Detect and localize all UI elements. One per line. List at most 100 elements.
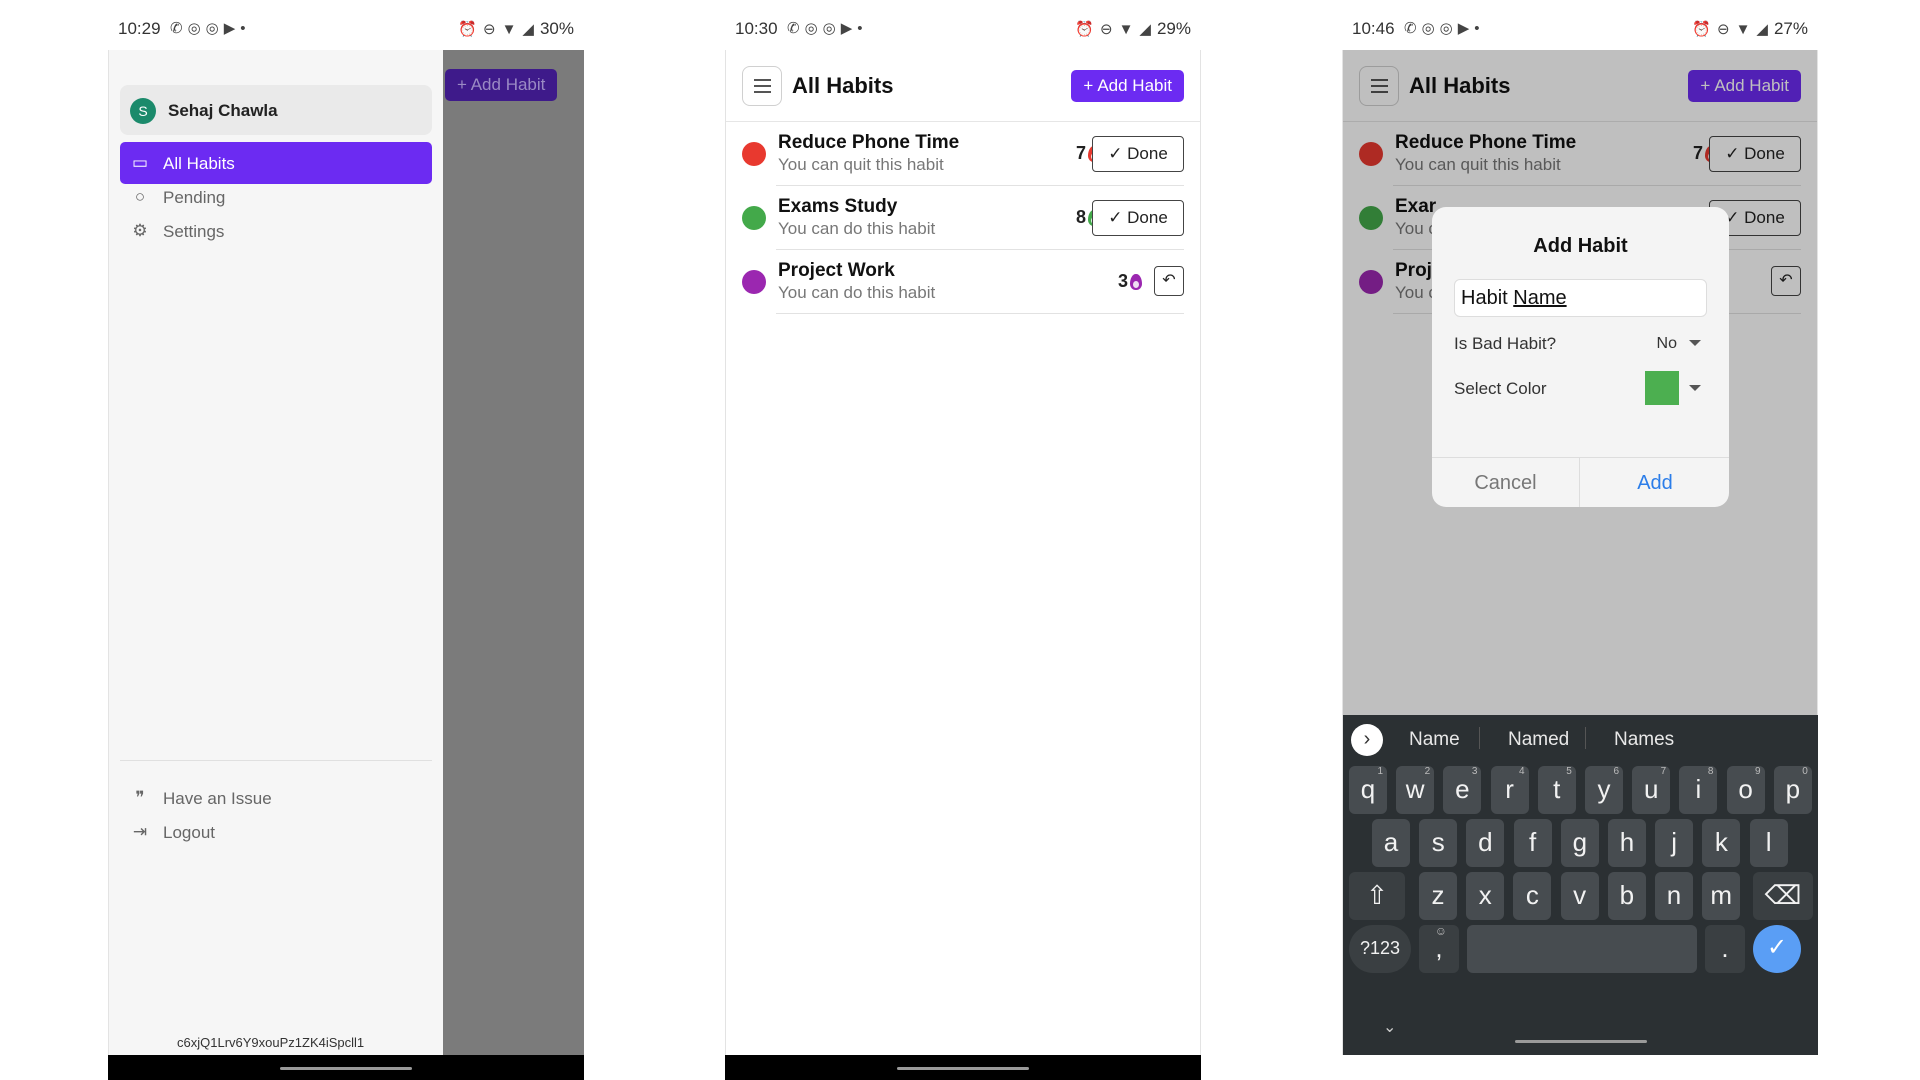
cancel-button[interactable]: Cancel [1432,458,1580,507]
add-button[interactable]: Add [1581,458,1729,507]
undo-button[interactable]: ↶ [1154,266,1184,296]
key-z[interactable]: z [1419,872,1457,920]
status-bar: 10:46 ✆◎◎▶• ⏰ ⊖ ▼ ◢ 27% [1342,0,1818,50]
enter-key[interactable]: ✓ [1753,925,1801,973]
wifi-icon: ▼ [1118,20,1134,38]
input-composing-text: Name [1513,287,1567,309]
menu-button[interactable] [742,66,782,106]
done-label: Done [1127,208,1168,227]
check-icon: ✓ [1108,144,1128,163]
gesture-bar [725,1055,1201,1080]
shift-key[interactable]: ⇧ [1349,872,1405,920]
key-hint: 1 [1377,766,1383,777]
drawer-item-logout[interactable]: ⇥ Logout [120,811,432,853]
key-hint: 0 [1802,766,1808,777]
done-button[interactable]: ✓ Done [1092,200,1184,236]
key-x[interactable]: x [1466,872,1505,920]
key-p[interactable]: p0 [1773,766,1812,814]
key-i[interactable]: i8 [1679,766,1718,814]
habit-row[interactable]: Exams Study You can do this habit 8 ✓ Done [726,186,1200,250]
dnd-icon: ⊖ [482,21,496,38]
space-key[interactable] [1467,925,1697,973]
key-e[interactable]: e3 [1443,766,1482,814]
key-b[interactable]: b [1607,872,1646,920]
chevron-right-icon[interactable]: › [1351,724,1383,756]
status-time: 10:29 [118,19,161,38]
color-select[interactable]: Select Color [1454,371,1707,405]
done-button[interactable]: ✓ Done [1092,136,1184,172]
habit-name-input[interactable]: Habit Name [1454,279,1707,317]
key-g[interactable]: g [1560,819,1599,867]
habit-row[interactable]: Project Work You can do this habit 3 ↶ [726,250,1200,314]
period-key[interactable]: . [1705,925,1745,973]
habit-subtitle: You can do this habit [778,219,936,238]
habit-color-dot [742,206,766,230]
input-text: Habit [1461,287,1514,309]
suggestion[interactable]: Name [1409,729,1460,751]
key-o[interactable]: o9 [1726,766,1765,814]
suggestion-divider [1585,727,1586,749]
key-m[interactable]: m [1702,872,1741,920]
symbols-key[interactable]: ?123 [1349,925,1411,973]
home-handle[interactable] [897,1067,1029,1070]
button-label: Add Habit [470,75,546,94]
app-screen: All Habits + Add Habit Reduce Phone Time Y… [725,50,1201,1055]
app-screen: All Habits + Add Habit Reduce Phone Time Y… [1342,50,1818,1055]
user-name: Sehaj Chawla [168,101,278,120]
suggestion[interactable]: Names [1614,729,1674,751]
user-card[interactable]: S Sehaj Chawla [120,85,432,135]
key-hint: 4 [1519,766,1525,777]
key-n[interactable]: n [1655,872,1693,920]
key-v[interactable]: v [1560,872,1599,920]
key-y[interactable]: y6 [1585,766,1623,814]
key-label: p [1785,774,1801,804]
logout-icon: ⇥ [132,822,148,841]
drawer-scrim[interactable]: + Add Habit [443,50,584,1055]
key-j[interactable]: j [1655,819,1694,867]
key-l[interactable]: l [1749,819,1788,867]
add-habit-button-dimmed: + Add Habit [445,69,558,101]
battery-level: 29% [1156,19,1191,38]
undo-icon: ↶ [1162,272,1176,289]
key-w[interactable]: w2 [1396,766,1435,814]
signal-icon: ◢ [522,21,534,38]
home-handle[interactable] [280,1067,412,1070]
drawer-divider [120,760,432,761]
habit-row[interactable]: Reduce Phone Time You can quit this habit… [726,122,1200,186]
circle-icon: ○ [134,187,146,206]
suggestion-divider [1479,727,1480,749]
backspace-key[interactable]: ⌫ [1753,872,1813,920]
key-u[interactable]: u7 [1632,766,1671,814]
shift-icon: ⇧ [1366,880,1388,910]
key-k[interactable]: k [1702,819,1741,867]
key-c[interactable]: c [1513,872,1552,920]
key-h[interactable]: h [1608,819,1646,867]
hide-keyboard-icon[interactable]: ⌄ [1383,1017,1396,1037]
key-s[interactable]: s [1419,819,1458,867]
notification-icons: ✆◎◎▶• [787,20,868,37]
status-right: ⏰ ⊖ ▼ ◢ 30% [458,19,574,39]
key-hint: 2 [1424,766,1431,777]
habit-name: Exams Study [778,196,898,217]
side-drawer: S Sehaj Chawla ▭ All Habits ○ Pending ⚙ … [109,50,443,1055]
user-id: c6xjQ1Lrv6Y9xouPz1ZK4iSpcll1 [177,1035,365,1050]
chevron-down-icon [1689,385,1701,391]
bad-habit-label: Is Bad Habit? [1454,334,1557,353]
chevron-down-icon [1689,340,1701,346]
bad-habit-select[interactable]: Is Bad Habit? No [1454,328,1707,358]
status-bar: 10:29 ✆◎◎▶• ⏰ ⊖ ▼ ◢ 30% [108,0,584,50]
key-t[interactable]: t5 [1537,766,1576,814]
key-hint: 3 [1471,766,1478,777]
home-handle[interactable] [1515,1040,1647,1043]
key-q[interactable]: q1 [1349,766,1387,814]
drawer-item-label: Logout [163,823,215,842]
key-f[interactable]: f [1513,819,1552,867]
key-r[interactable]: r4 [1490,766,1529,814]
drawer-item-settings[interactable]: ⚙ Settings [120,210,432,252]
key-d[interactable]: d [1466,819,1505,867]
key-a[interactable]: a [1372,819,1410,867]
suggestion[interactable]: Named [1508,729,1569,751]
add-habit-button[interactable]: + Add Habit [1071,70,1184,102]
comma-key[interactable]: ☺, [1419,925,1459,973]
check-icon: ✓ [1108,208,1128,227]
